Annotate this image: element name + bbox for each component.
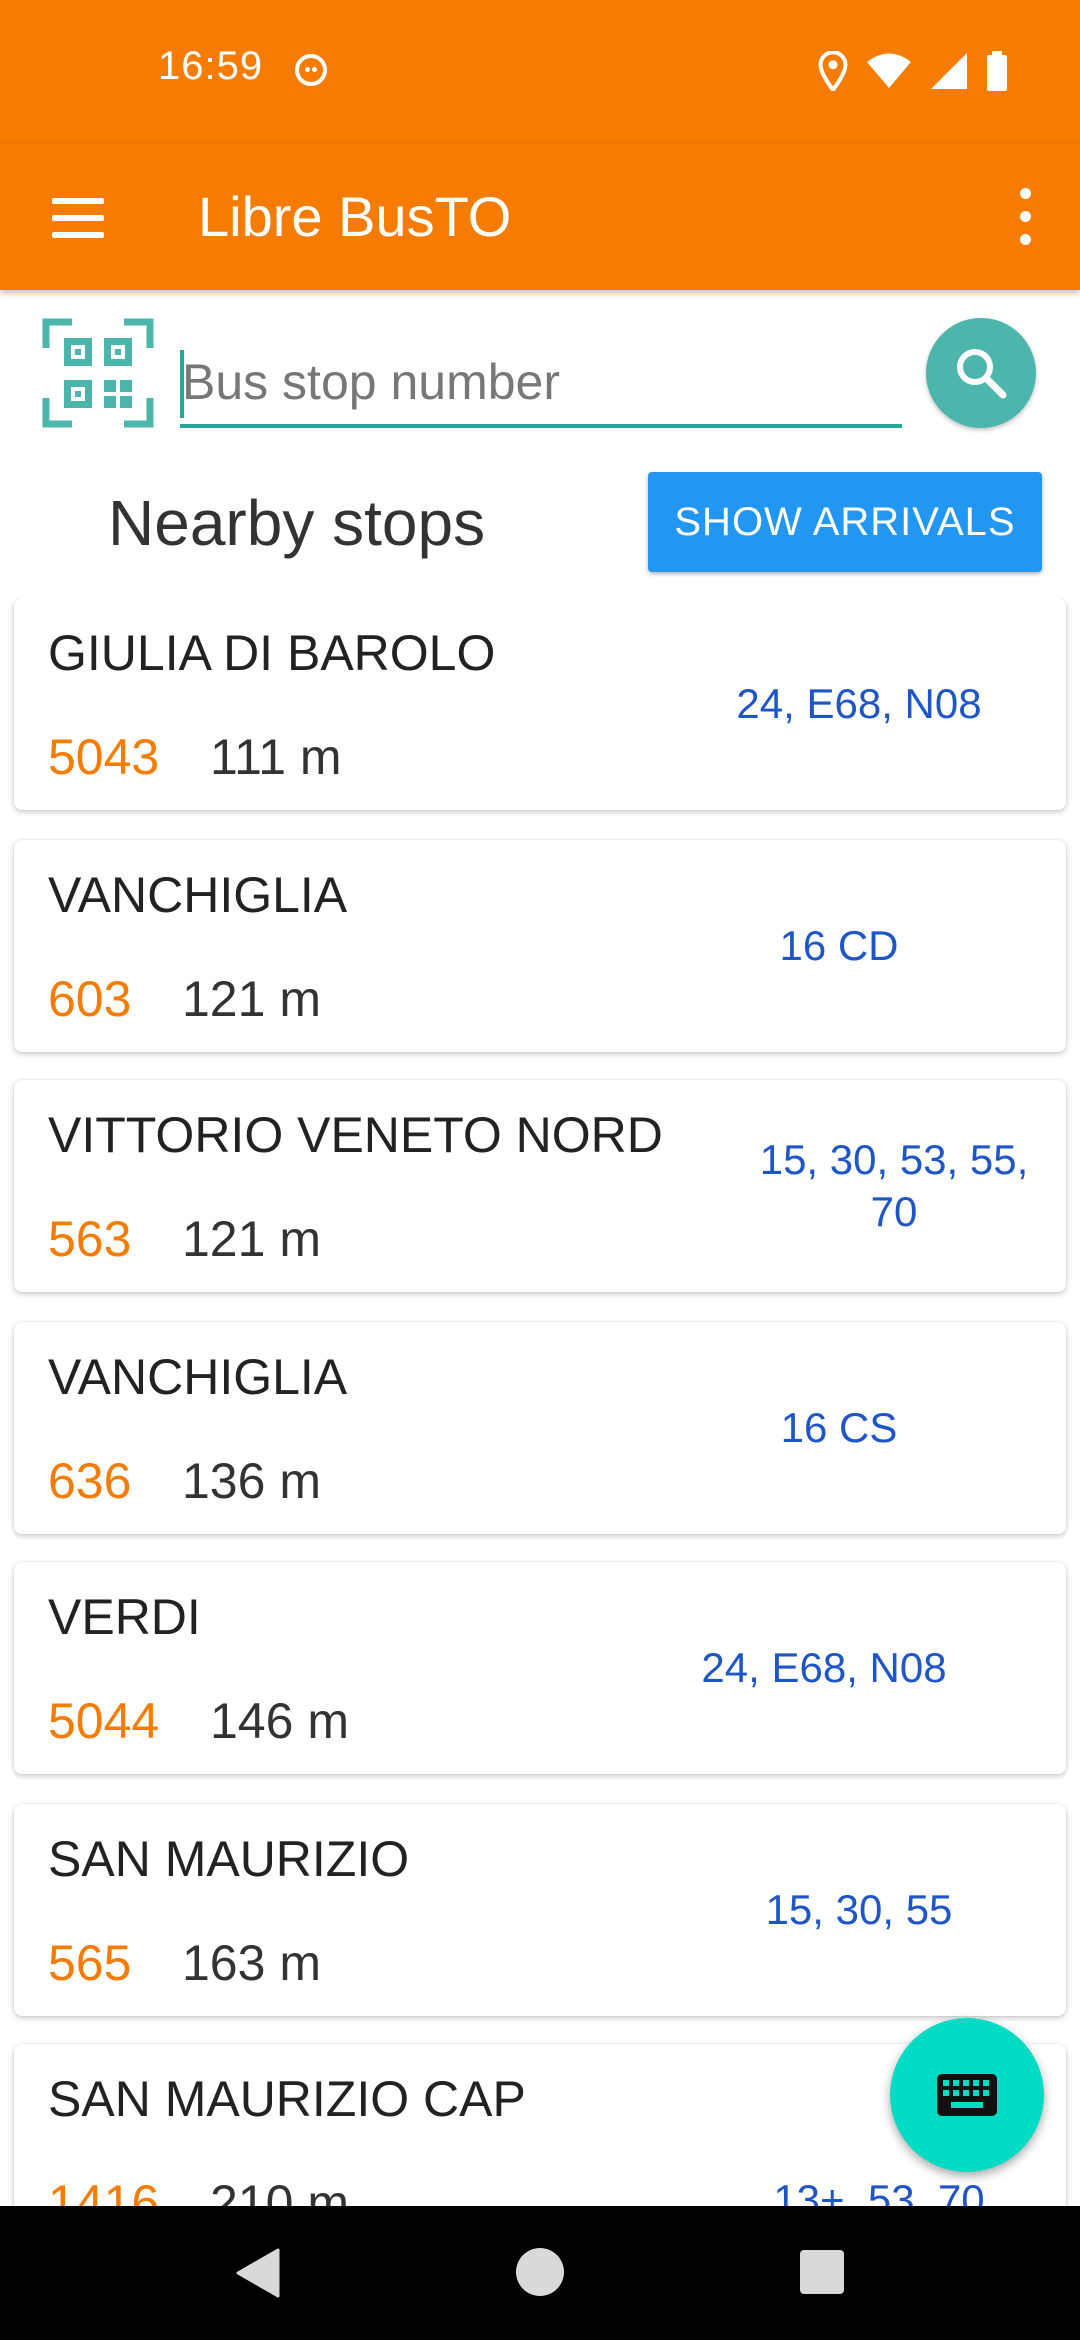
- stop-card[interactable]: VANCHIGLIA 636 136 m 16 CS: [14, 1322, 1066, 1534]
- search-input[interactable]: [180, 340, 902, 428]
- app-screen: 16:59 Libre BusTO Bus stop number Nearby…: [0, 0, 1080, 2340]
- signal-icon: [931, 53, 967, 89]
- recents-icon[interactable]: [800, 2250, 844, 2294]
- stop-number: 5043: [48, 729, 160, 785]
- stop-card[interactable]: GIULIA DI BAROLO 5043 111 m 24, E68, N08: [14, 598, 1066, 810]
- stop-card[interactable]: VANCHIGLIA 603 121 m 16 CD: [14, 840, 1066, 1052]
- status-icons: [818, 50, 1008, 92]
- stop-lines: 24, E68, N08: [736, 680, 982, 727]
- stop-name: SAN MAURIZIO: [48, 1831, 410, 1887]
- stop-lines: 15, 30, 53, 55, 70: [759, 1136, 1029, 1235]
- search-button[interactable]: [926, 318, 1036, 428]
- stop-number: 563: [48, 1211, 132, 1267]
- text-cursor: [180, 350, 184, 418]
- stop-name: VANCHIGLIA: [48, 1349, 348, 1405]
- stop-lines: 15, 30, 55: [765, 1886, 953, 1933]
- stop-card[interactable]: VITTORIO VENETO NORD 563 121 m 15, 30, 5…: [14, 1080, 1066, 1292]
- stop-number: 5044: [48, 1693, 160, 1749]
- stop-name: GIULIA DI BAROLO: [48, 625, 496, 681]
- system-nav-bar: [0, 2206, 1080, 2340]
- nearby-stops-list[interactable]: GIULIA DI BAROLO 5043 111 m 24, E68, N08…: [0, 598, 1080, 2206]
- nearby-stops-title: Nearby stops: [108, 487, 486, 559]
- stop-lines: 16 CD: [779, 922, 899, 969]
- stop-lines: 24, E68, N08: [701, 1644, 947, 1691]
- location-icon: [818, 51, 848, 91]
- stop-number: 603: [48, 971, 132, 1027]
- app-bar: Libre BusTO: [0, 144, 1080, 290]
- stop-distance: 111 m: [210, 729, 342, 785]
- battery-icon: [987, 51, 1007, 91]
- back-icon[interactable]: [234, 2248, 280, 2298]
- keyboard-icon: [937, 2074, 997, 2116]
- search-icon: [957, 349, 1007, 399]
- status-time: 16:59: [158, 44, 264, 88]
- qr-code-icon[interactable]: [42, 318, 154, 428]
- stop-name: VITTORIO VENETO NORD: [48, 1107, 663, 1163]
- stop-name: SAN MAURIZIO CAP: [48, 2071, 526, 2127]
- keyboard-fab-button[interactable]: [890, 2018, 1044, 2172]
- stop-card[interactable]: VERDI 5044 146 m 24, E68, N08: [14, 1562, 1066, 1774]
- app-title: Libre BusTO: [198, 185, 512, 248]
- stop-number: 565: [48, 1935, 132, 1991]
- stop-name: VERDI: [48, 1589, 201, 1645]
- notification-icon: [295, 54, 327, 86]
- stop-distance: 136 m: [182, 1453, 321, 1509]
- stop-distance: 163 m: [182, 1935, 321, 1991]
- stop-lines: 16 CS: [780, 1404, 898, 1451]
- stop-number: 636: [48, 1453, 132, 1509]
- stop-distance: 121 m: [182, 971, 321, 1027]
- hamburger-icon[interactable]: [40, 190, 114, 246]
- more-vert-icon[interactable]: [1000, 184, 1050, 250]
- stop-name: VANCHIGLIA: [48, 867, 348, 923]
- stop-distance: 210 m: [210, 2175, 349, 2206]
- stop-number: 1416: [48, 2175, 160, 2206]
- wifi-icon: [867, 53, 911, 88]
- stop-distance: 146 m: [210, 1693, 349, 1749]
- show-arrivals-button[interactable]: SHOW ARRIVALS: [648, 472, 1042, 572]
- status-bar: 16:59: [0, 0, 1080, 144]
- stop-distance: 121 m: [182, 1211, 321, 1267]
- stop-card[interactable]: SAN MAURIZIO 565 163 m 15, 30, 55: [14, 1804, 1066, 2016]
- home-icon[interactable]: [516, 2248, 564, 2296]
